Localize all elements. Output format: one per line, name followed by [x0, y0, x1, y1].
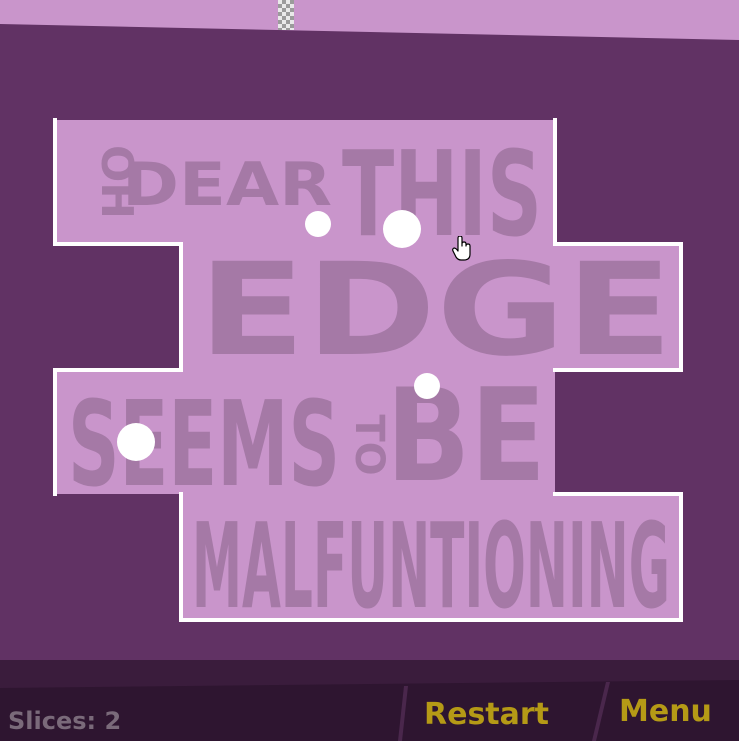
word-malfuntioning: MALFUNTIONING [192, 497, 670, 635]
ball [117, 423, 155, 461]
slices-counter: Slices: 2 [8, 707, 122, 735]
word-be: BE [386, 362, 546, 511]
ball [305, 211, 331, 237]
ball [414, 373, 440, 399]
restart-button[interactable]: Restart [424, 697, 549, 732]
menu-button[interactable]: Menu [619, 694, 712, 729]
word-seems: SEEMS [68, 375, 340, 513]
hand-pointer-icon [452, 236, 471, 261]
game-board[interactable]: OH DEAR THIS EDGE SEEMS TO BE MALFUNTION… [0, 0, 739, 660]
word-dear: DEAR [122, 150, 332, 220]
ball [383, 210, 421, 248]
